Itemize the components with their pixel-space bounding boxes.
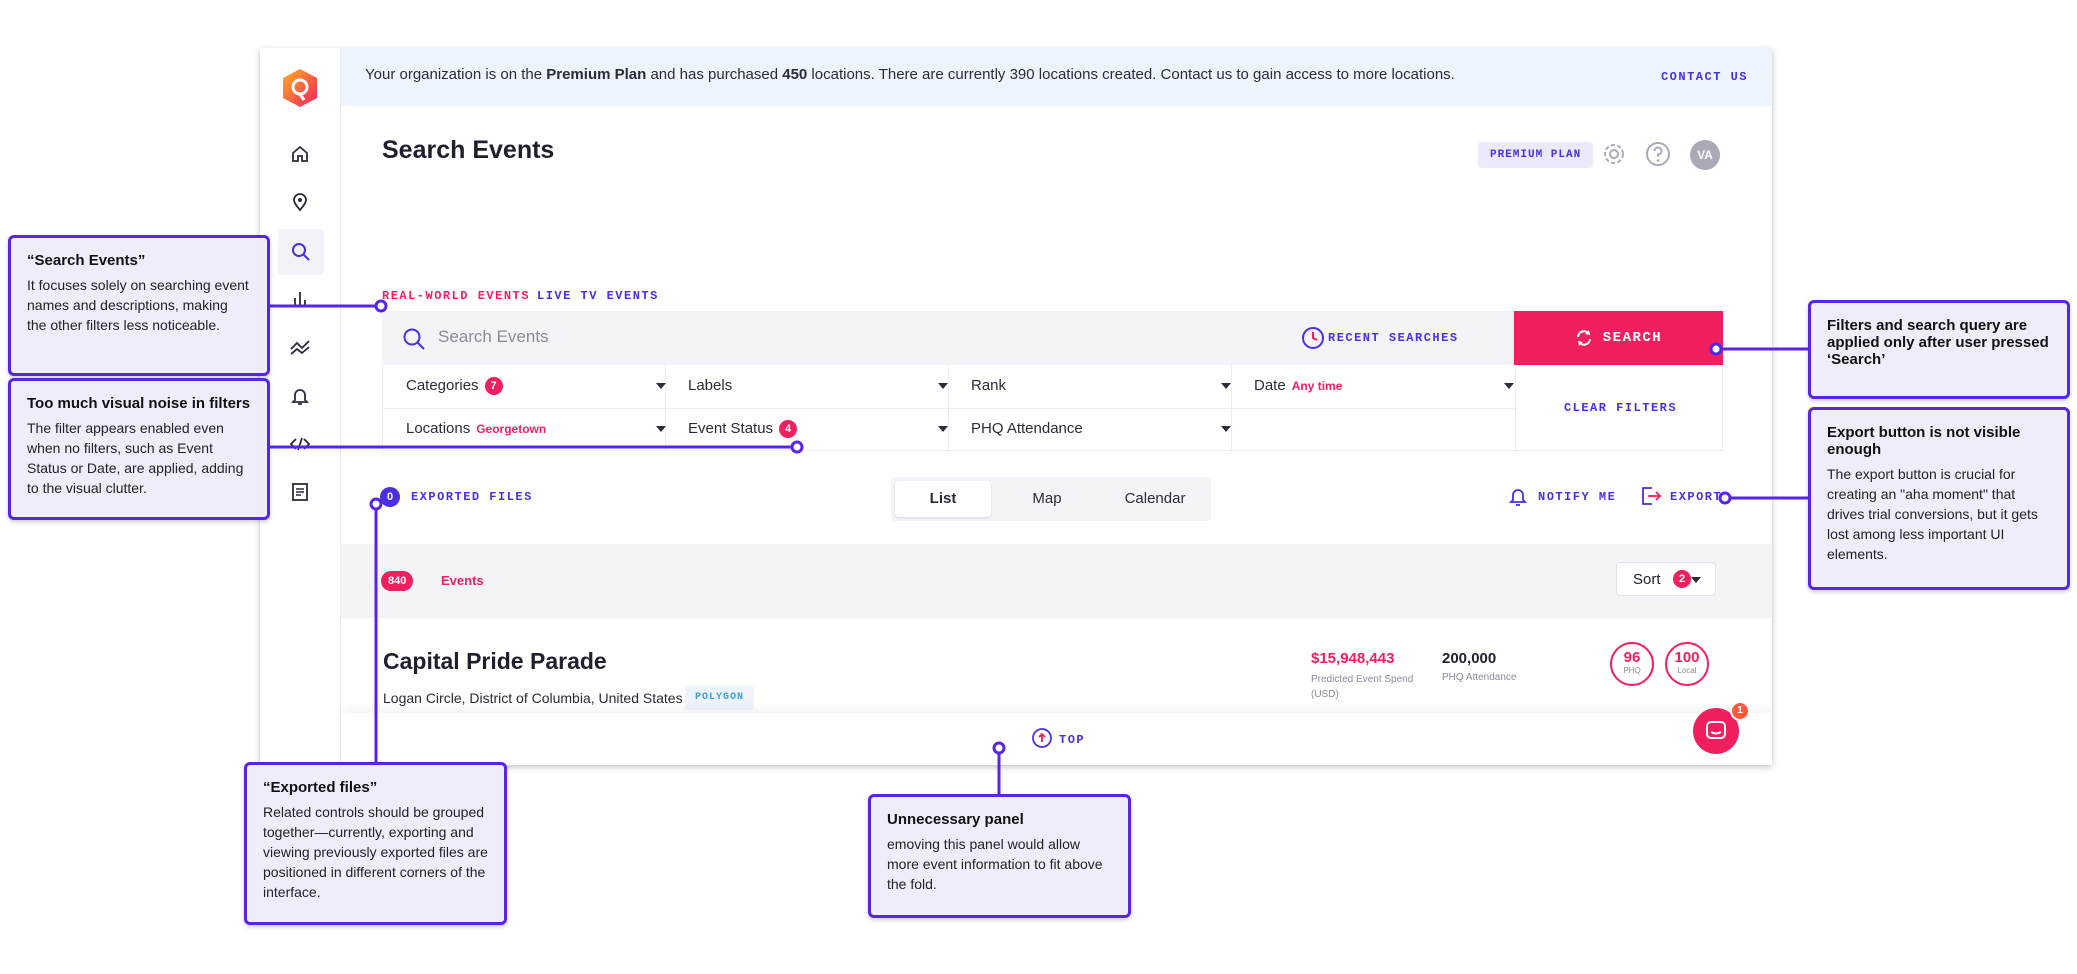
annotation-title: Unnecessary panel <box>887 811 1024 828</box>
connector-dot <box>1718 491 1732 505</box>
annotation-text: Related controls should be grouped toget… <box>263 804 488 900</box>
annotation-filters-applied: Filters and search query are applied onl… <box>1808 300 2070 399</box>
annotation-title: “Exported files” <box>263 779 378 796</box>
connector-dot <box>790 440 804 454</box>
annotation-title: Export button is not visible enough <box>1827 424 2021 458</box>
annotation-exported-files: “Exported files” Related controls should… <box>244 762 507 925</box>
annotation-export-visibility: Export button is not visible enough The … <box>1808 407 2070 590</box>
annotation-unnecessary-panel: Unnecessary panel emoving this panel wou… <box>868 794 1131 918</box>
annotation-title: Too much visual noise in filters <box>27 395 251 412</box>
annotation-text: The filter appears enabled even when no … <box>27 420 244 496</box>
annotation-search-events: “Search Events” It focuses solely on sea… <box>8 235 270 376</box>
annotation-visual-noise: Too much visual noise in filters The fil… <box>8 378 270 520</box>
connector-dot <box>1709 342 1723 356</box>
annotation-text: It focuses solely on searching event nam… <box>27 277 249 333</box>
annotation-title: Filters and search query are applied onl… <box>1827 317 2049 368</box>
connector-dot <box>374 299 388 313</box>
annotation-text: The export button is crucial for creatin… <box>1827 466 2038 562</box>
annotation-text: emoving this panel would allow more even… <box>887 836 1103 892</box>
connector-dot <box>369 497 383 511</box>
annotation-title: “Search Events” <box>27 252 146 269</box>
connector-dot <box>992 741 1006 755</box>
